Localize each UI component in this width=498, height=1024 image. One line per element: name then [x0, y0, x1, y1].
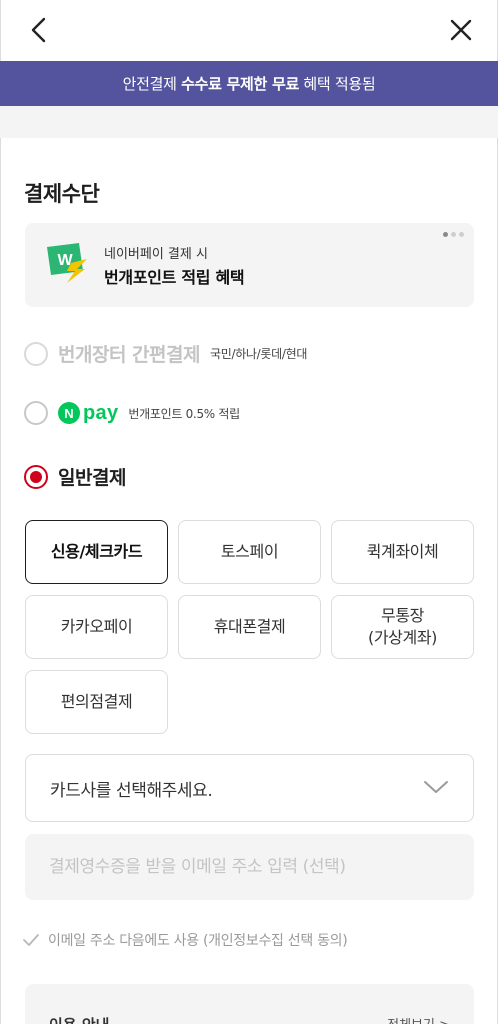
npay-n-icon: N — [58, 402, 80, 424]
method-credit-card[interactable]: 신용/체크카드 — [25, 520, 168, 584]
option-general-payment-label: 일반결제 — [58, 467, 126, 489]
email-input[interactable] — [25, 834, 474, 900]
option-bunjang-pay[interactable]: 번개장터 간편결제 국민/하나/롯데/현대 — [24, 340, 307, 367]
option-npay[interactable]: N pay 번개포인트 0.5% 적립 — [24, 401, 240, 425]
promo-title: 번개포인트 적립 혜택 — [104, 268, 245, 287]
email-consent-label: 이메일 주소 다음에도 사용 (개인정보수집 선택 동의) — [48, 933, 348, 949]
email-consent-checkbox[interactable]: 이메일 주소 다음에도 사용 (개인정보수집 선택 동의) — [22, 930, 348, 950]
method-toss-pay[interactable]: 토스페이 — [178, 520, 321, 584]
carousel-indicator — [443, 232, 464, 237]
top-bar — [0, 0, 498, 60]
option-npay-note: 번개포인트 0.5% 적립 — [128, 406, 240, 421]
carousel-dot — [451, 232, 456, 237]
promo-banner[interactable]: W 네이버페이 결제 시 번개포인트 적립 혜택 — [25, 223, 474, 307]
option-bunjang-pay-label: 번개장터 간편결제 — [58, 344, 200, 366]
bunjang-points-icon: W — [47, 243, 87, 283]
check-icon — [23, 934, 39, 946]
chevron-left-icon — [31, 17, 46, 43]
safe-payment-banner: 안전결제 수수료 무제한 무료 혜택 적용됨 — [0, 61, 498, 106]
method-phone-payment[interactable]: 휴대폰결제 — [178, 595, 321, 659]
radio-button-selected[interactable] — [24, 464, 48, 489]
chevron-down-icon — [424, 781, 448, 793]
banner-highlight: 수수료 무제한 무료 — [181, 75, 299, 93]
option-general-payment[interactable]: 일반결제 — [24, 463, 126, 490]
radio-button[interactable] — [24, 341, 48, 366]
promo-subtitle: 네이버페이 결제 시 — [104, 247, 208, 262]
banner-prefix: 안전결제 — [122, 75, 177, 93]
method-kakao-pay[interactable]: 카카오페이 — [25, 595, 168, 659]
method-quick-transfer[interactable]: 퀵계좌이체 — [331, 520, 474, 584]
card-company-placeholder: 카드사를 선택해주세요. — [50, 780, 213, 801]
carousel-dot — [459, 232, 464, 237]
view-all-link[interactable]: 전체보기 > — [387, 1014, 450, 1024]
banner-suffix: 혜택 적용됨 — [303, 75, 376, 93]
usage-info-panel: 이용 안내 전체보기 > — [25, 984, 474, 1024]
back-button[interactable] — [18, 10, 58, 50]
option-bunjang-pay-note: 국민/하나/롯데/현대 — [209, 347, 308, 361]
carousel-dot — [443, 232, 448, 237]
close-icon — [450, 19, 472, 41]
payment-method-title: 결제수단 — [24, 182, 100, 206]
radio-button[interactable] — [24, 401, 48, 425]
method-virtual-account[interactable]: 무통장 (가상계좌) — [331, 595, 474, 659]
close-button[interactable] — [441, 10, 481, 50]
npay-logo: N pay — [58, 402, 118, 425]
card-company-select[interactable]: 카드사를 선택해주세요. — [25, 754, 474, 822]
usage-info-title: 이용 안내 — [49, 1014, 109, 1024]
method-convenience-store[interactable]: 편의점결제 — [25, 670, 168, 734]
npay-wordmark: pay — [83, 401, 119, 424]
section-divider — [0, 106, 498, 138]
